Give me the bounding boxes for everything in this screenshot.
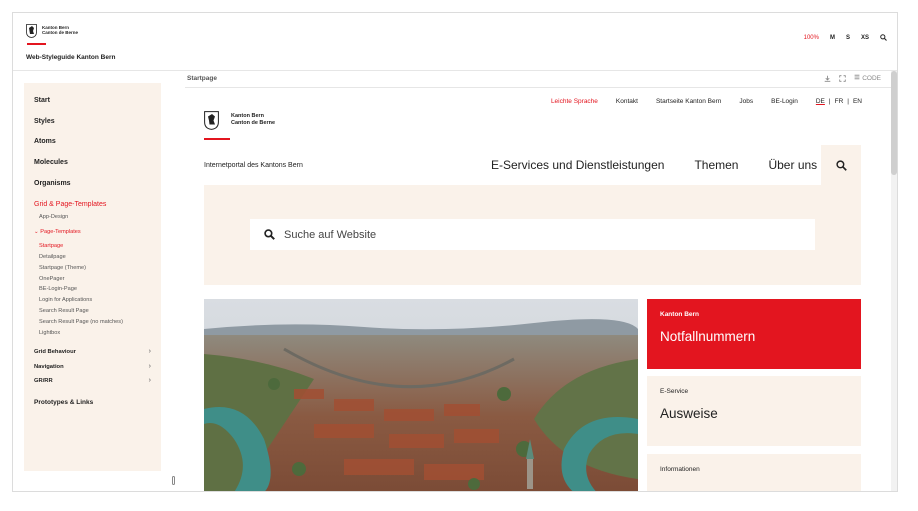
inner-logo-text: Kanton Bern Canton de Berne [231,113,275,127]
nav-ueber-uns[interactable]: Über uns [768,158,817,172]
sidebar-resize-handle[interactable] [172,476,175,485]
card-title: Ausweise [660,406,718,421]
link-startseite[interactable]: Startseite Kanton Bern [656,98,721,105]
logo-text: Kanton Bern Canton de Berne [42,25,78,35]
lang-de[interactable]: DE [816,98,825,105]
nav-themen[interactable]: Themen [694,158,738,172]
nav-organisms[interactable]: Organisms [34,180,71,187]
nav-page-templates[interactable]: ⌄ Page-Templates [34,229,81,235]
preview-tools: CODE [824,74,881,82]
card-kicker: Informationen [660,466,700,473]
nav-be-login-page[interactable]: BE-Login-Page [39,286,77,292]
nav-grid-behaviour[interactable]: Grid Behaviour [34,349,76,355]
preview-title: Startpage [187,75,217,82]
preview-toolbar: Startpage CODE [185,71,897,88]
lang-fr[interactable]: FR [835,98,844,105]
bern-coat-of-arms-logo[interactable] [26,24,37,38]
viewport-xs-button[interactable]: XS [861,35,869,41]
styleguide-window: Kanton Bern Canton de Berne Web-Stylegui… [12,12,898,492]
nav-startpage-theme[interactable]: Startpage (Theme) [39,265,86,271]
download-icon[interactable] [824,75,831,82]
chevron-right-icon[interactable]: › [149,363,151,370]
nav-startpage[interactable]: Startpage [39,243,63,249]
logo-line2: Canton de Berne [42,30,79,35]
lang-separator: | [828,98,831,105]
main-navigation: E-Services und Dienstleistungen Themen Ü… [491,158,817,172]
nav-start[interactable]: Start [34,97,50,104]
code-label: CODE [862,75,881,82]
nav-grid-templates[interactable]: Grid & Page-Templates [34,201,106,208]
viewport-m-button[interactable]: M [830,35,835,41]
chevron-right-icon[interactable]: › [149,377,151,384]
nav-styles[interactable]: Styles [34,118,55,125]
nav-navigation[interactable]: Navigation [34,364,64,370]
nav-grrr[interactable]: GR/RR [34,378,53,384]
fullscreen-icon[interactable] [839,74,847,82]
nav-detailpage[interactable]: Detailpage [39,254,66,260]
styleguide-sidebar: Start Styles Atoms Molecules Organisms G… [24,83,161,471]
link-jobs[interactable]: Jobs [739,98,753,105]
link-leichte-sprache[interactable]: Leichte Sprache [551,98,598,105]
nav-lightbox[interactable]: Lightbox [39,330,60,336]
nav-onepager[interactable]: OnePager [39,276,65,282]
nav-search-result-no-matches[interactable]: Search Result Page (no matches) [39,319,123,325]
lang-separator: | [847,98,849,105]
nav-login-applications[interactable]: Login for Applications [39,297,92,303]
link-kontakt[interactable]: Kontakt [616,98,638,105]
nav-atoms[interactable]: Atoms [34,138,56,145]
nav-prototypes[interactable]: Prototypes & Links [34,399,93,406]
nav-search-result[interactable]: Search Result Page [39,308,89,314]
viewport-100-button[interactable]: 100% [804,35,819,41]
meta-navigation: Leichte Sprache Kontakt Startseite Kanto… [551,98,862,105]
logo-red-bar [27,43,46,45]
viewport-tools: 100% M S XS [804,34,887,41]
search-icon [835,159,847,171]
search-placeholder: Suche auf Website [284,228,377,241]
styleguide-header: Kanton Bern Canton de Berne Web-Stylegui… [13,13,897,71]
preview-page: Leichte Sprache Kontakt Startseite Kanto… [185,89,890,491]
nav-app-design[interactable]: App-Design [39,214,68,220]
site-search-input[interactable]: Suche auf Website [250,219,815,250]
nav-page-templates-label: Page-Templates [40,229,81,235]
preview-scrollbar-thumb[interactable] [891,71,897,175]
card-ausweise[interactable]: E-Service Ausweise [647,376,861,446]
card-kicker: E-Service [660,388,689,395]
bern-aerial-photo [204,299,638,491]
inner-logo-line2: Canton de Berne [231,120,276,126]
inner-logo-line1: Kanton Bern [231,113,264,119]
search-hero: Suche auf Website [204,185,861,285]
viewport-s-button[interactable]: S [846,35,850,41]
nav-e-services[interactable]: E-Services und Dienstleistungen [491,158,664,172]
search-icon[interactable] [880,34,887,41]
nav-molecules[interactable]: Molecules [34,159,68,166]
bern-coat-of-arms-logo[interactable] [204,111,219,130]
inner-logo-red-bar [204,138,230,140]
card-title: Notfallnummern [660,329,756,344]
link-be-login[interactable]: BE-Login [771,98,798,105]
portal-title: Internetportal des Kantons Bern [204,162,303,169]
chevron-right-icon[interactable]: › [149,348,151,355]
lang-en[interactable]: EN [853,98,862,105]
styleguide-title: Web-Styleguide Kanton Bern [26,54,116,61]
language-switch: DE | FR | EN [816,98,862,105]
card-kicker: Kanton Bern [660,311,699,318]
code-menu-icon [855,74,860,80]
card-informationen[interactable]: Informationen [647,454,861,491]
header-search-button[interactable] [821,145,861,185]
chevron-down-icon: ⌄ [34,229,39,235]
search-icon [264,229,275,240]
code-button[interactable]: CODE [854,74,881,82]
card-notfallnummern[interactable]: Kanton Bern Notfallnummern [647,299,861,369]
